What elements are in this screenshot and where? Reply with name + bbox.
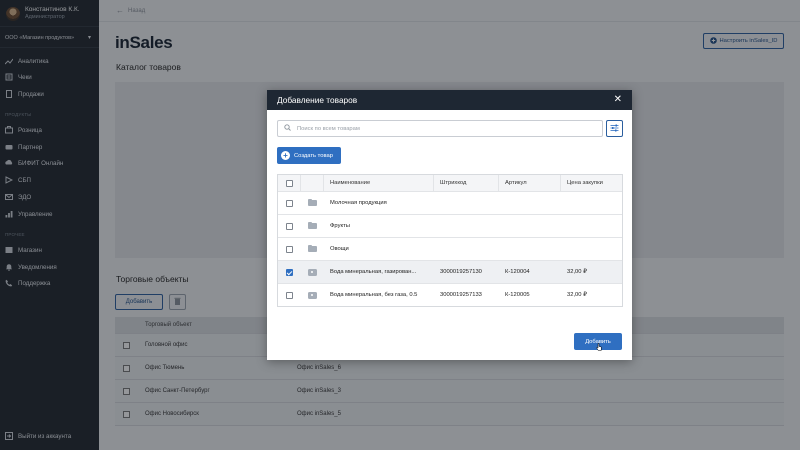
row-checkbox[interactable] bbox=[285, 268, 293, 276]
checkbox-cell bbox=[278, 215, 301, 237]
row-article bbox=[498, 215, 560, 237]
header-icon-cell bbox=[301, 175, 323, 191]
camera-icon bbox=[307, 291, 317, 299]
row-barcode: 3000019257133 bbox=[440, 292, 482, 298]
checkbox-cell bbox=[278, 261, 301, 283]
icon-cell bbox=[301, 215, 323, 237]
row-name: Молочная продукция bbox=[330, 200, 387, 206]
column-header-barcode[interactable]: Штрихкод bbox=[433, 175, 498, 191]
column-header-article[interactable]: Артикул bbox=[498, 175, 560, 191]
row-price bbox=[560, 238, 622, 260]
table-row[interactable]: Вода минеральная, без газа, 0.5 30000192… bbox=[278, 283, 622, 306]
folder-icon bbox=[307, 198, 317, 206]
icon-cell bbox=[301, 238, 323, 260]
row-article: К-120004 bbox=[505, 269, 530, 275]
create-button-label: Создать товар bbox=[294, 152, 333, 159]
row-price bbox=[560, 192, 622, 214]
close-icon[interactable]: ✕ bbox=[614, 94, 622, 106]
folder-icon bbox=[307, 221, 317, 229]
row-checkbox[interactable] bbox=[285, 199, 293, 207]
modal-title: Добавление товаров bbox=[277, 95, 358, 105]
camera-icon bbox=[307, 268, 317, 276]
row-barcode bbox=[433, 238, 498, 260]
plus-icon: + bbox=[281, 151, 290, 160]
cursor-icon bbox=[596, 343, 602, 351]
checkbox-cell bbox=[278, 238, 301, 260]
create-product-button[interactable]: + Создать товар bbox=[277, 147, 341, 164]
row-barcode bbox=[433, 192, 498, 214]
row-article bbox=[498, 192, 560, 214]
row-barcode bbox=[433, 215, 498, 237]
search-field[interactable] bbox=[277, 120, 603, 137]
modal-header: Добавление товаров ✕ bbox=[267, 90, 632, 110]
row-name: Фрукты bbox=[330, 223, 350, 229]
icon-cell bbox=[301, 261, 323, 283]
row-price: 32,00 ₽ bbox=[567, 269, 587, 275]
row-name: Овощи bbox=[330, 246, 349, 252]
products-table: Наименование Штрихкод Артикул Цена закуп… bbox=[277, 174, 623, 307]
table-header-row: Наименование Штрихкод Артикул Цена закуп… bbox=[278, 175, 622, 191]
table-row[interactable]: Овощи bbox=[278, 237, 622, 260]
row-article bbox=[498, 238, 560, 260]
icon-cell bbox=[301, 192, 323, 214]
row-price bbox=[560, 215, 622, 237]
search-icon bbox=[284, 124, 291, 133]
row-barcode: 3000019257130 bbox=[440, 269, 482, 275]
row-checkbox[interactable] bbox=[285, 222, 293, 230]
row-checkbox[interactable] bbox=[285, 245, 293, 253]
search-input[interactable] bbox=[297, 125, 587, 132]
column-header-price[interactable]: Цена закупки bbox=[560, 175, 622, 191]
select-all-cell bbox=[278, 175, 301, 191]
table-row[interactable]: Молочная продукция bbox=[278, 191, 622, 214]
row-checkbox[interactable] bbox=[285, 291, 293, 299]
select-all-checkbox[interactable] bbox=[285, 179, 293, 187]
checkbox-cell bbox=[278, 284, 301, 306]
table-row[interactable]: Вода минеральная, газирован... 300001925… bbox=[278, 260, 622, 283]
table-row[interactable]: Фрукты bbox=[278, 214, 622, 237]
row-article: К-120005 bbox=[505, 292, 530, 298]
row-price: 32,00 ₽ bbox=[567, 292, 587, 298]
filter-icon bbox=[610, 124, 619, 134]
checkbox-cell bbox=[278, 192, 301, 214]
row-name: Вода минеральная, газирован... bbox=[330, 269, 417, 275]
row-name: Вода минеральная, без газа, 0.5 bbox=[330, 292, 418, 298]
icon-cell bbox=[301, 284, 323, 306]
add-products-modal: Добавление товаров ✕ + Создать товар Наи… bbox=[267, 90, 632, 360]
folder-icon bbox=[307, 244, 317, 252]
filter-button[interactable] bbox=[606, 120, 623, 137]
column-header-name[interactable]: Наименование bbox=[323, 175, 433, 191]
